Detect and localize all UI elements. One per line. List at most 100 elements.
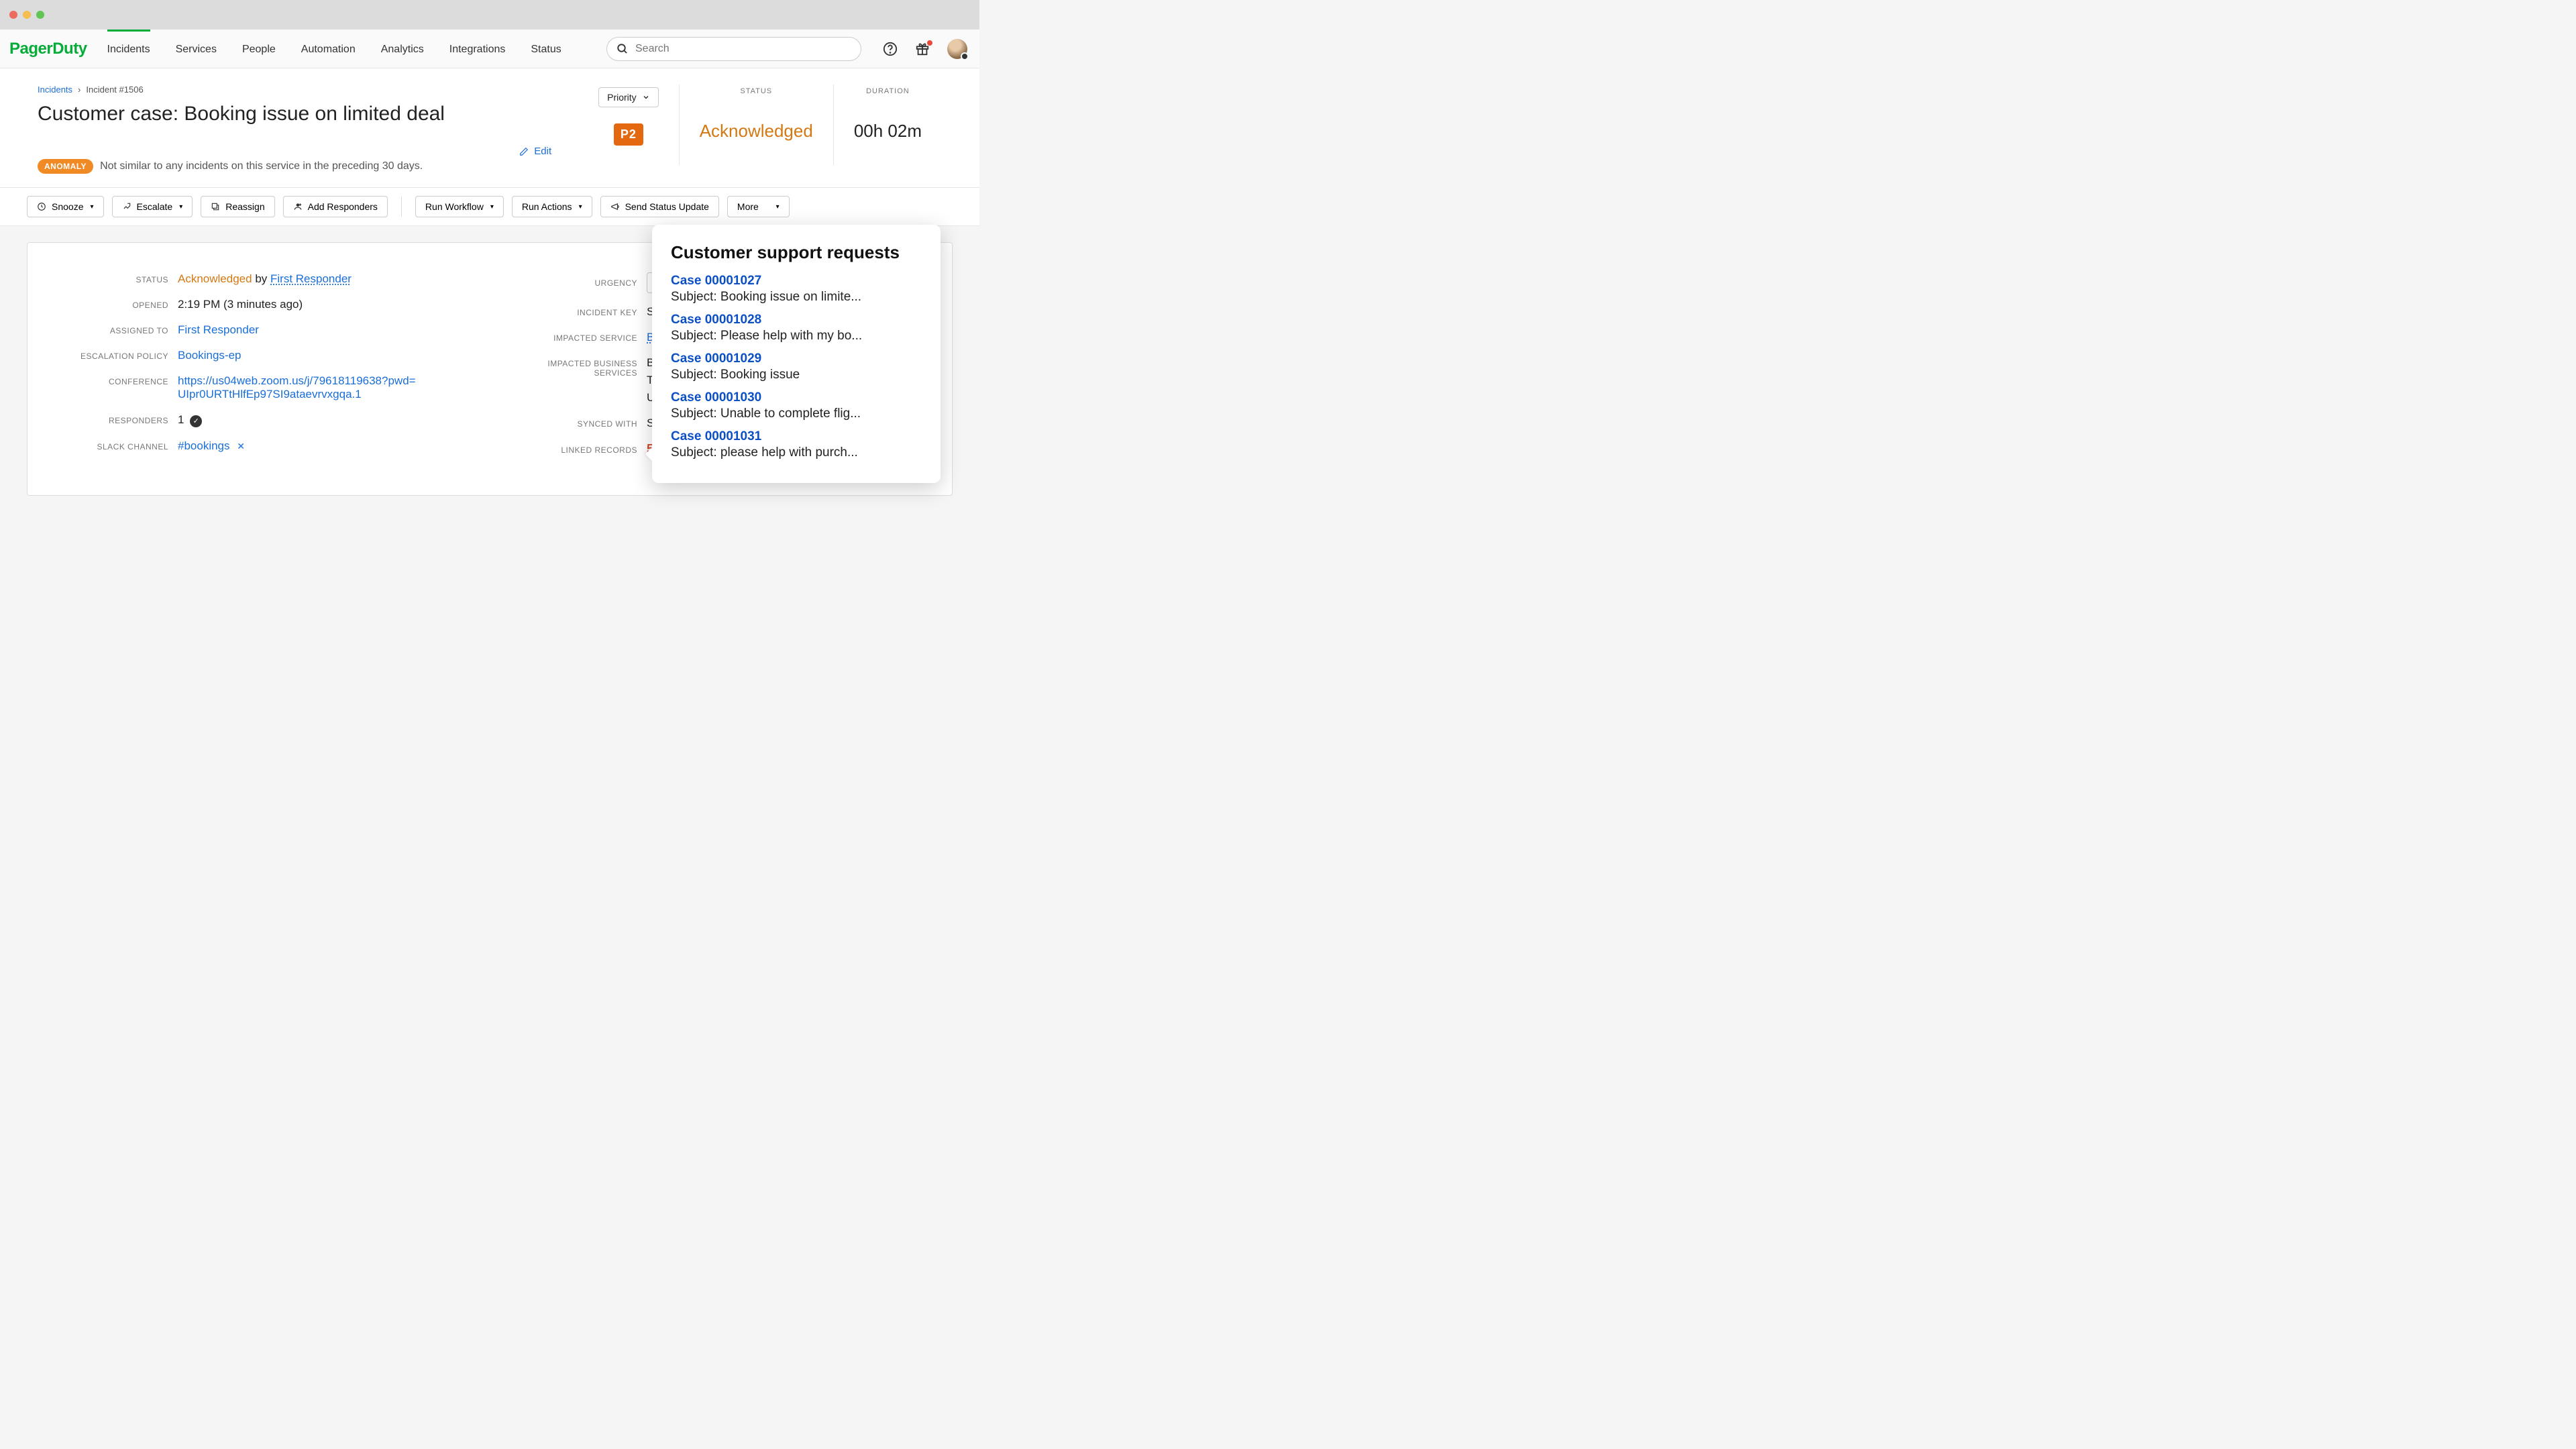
- details-col-left: STATUS Acknowledged by First Responder O…: [68, 272, 476, 468]
- case-link[interactable]: Case 00001029: [671, 352, 922, 366]
- field-label-impacted-service: IMPACTED SERVICE: [503, 333, 637, 343]
- remove-slack-button[interactable]: ✕: [237, 441, 245, 451]
- case-link[interactable]: Case 00001031: [671, 429, 922, 444]
- assigned-to-link[interactable]: First Responder: [178, 323, 259, 337]
- nav-link-automation[interactable]: Automation: [301, 30, 356, 68]
- case-subject: Subject: Unable to complete flig...: [671, 407, 922, 421]
- caret-down-icon: ▾: [179, 203, 182, 211]
- reassign-label: Reassign: [225, 201, 264, 212]
- notification-badge-icon: [927, 40, 932, 46]
- field-label-slack: SLACK CHANNEL: [68, 442, 168, 451]
- caret-down-icon: ▾: [579, 203, 582, 211]
- nav-link-analytics[interactable]: Analytics: [381, 30, 424, 68]
- help-icon: [883, 42, 898, 56]
- user-avatar[interactable]: [947, 39, 967, 59]
- nav-link-services[interactable]: Services: [176, 30, 217, 68]
- linked-records-popover: Customer support requests Case 00001027 …: [652, 225, 941, 483]
- status-by-text: by: [255, 272, 267, 285]
- case-link[interactable]: Case 00001028: [671, 313, 922, 327]
- window-chrome: [0, 0, 979, 30]
- nav-link-incidents[interactable]: Incidents: [107, 30, 150, 68]
- field-value-opened: 2:19 PM (3 minutes ago): [178, 298, 303, 311]
- send-status-button[interactable]: Send Status Update: [600, 196, 719, 217]
- nav-link-status[interactable]: Status: [531, 30, 561, 68]
- case-item: Case 00001027 Subject: Booking issue on …: [671, 274, 922, 305]
- run-workflow-button[interactable]: Run Workflow▾: [415, 196, 504, 217]
- field-label-status: STATUS: [68, 275, 168, 284]
- case-link[interactable]: Case 00001030: [671, 390, 922, 405]
- search-input-wrapper[interactable]: [606, 37, 861, 61]
- caret-down-icon: ▾: [776, 203, 780, 211]
- duration-label: DURATION: [866, 87, 910, 95]
- field-value-slack: #bookings ✕: [178, 439, 245, 453]
- priority-select[interactable]: Priority: [598, 87, 659, 107]
- help-button[interactable]: [883, 42, 898, 56]
- add-person-icon: [293, 202, 303, 211]
- conference-link[interactable]: https://us04web.zoom.us/j/79618119638?pw…: [178, 374, 419, 401]
- responders-count: 1: [178, 413, 184, 426]
- window-close-icon[interactable]: [9, 11, 17, 19]
- snooze-button[interactable]: Snooze▾: [27, 196, 104, 217]
- case-item: Case 00001028 Subject: Please help with …: [671, 313, 922, 343]
- edit-label: Edit: [534, 146, 551, 157]
- breadcrumb: Incidents › Incident #1506: [38, 85, 578, 95]
- case-item: Case 00001031 Subject: please help with …: [671, 429, 922, 460]
- case-subject: Subject: Booking issue: [671, 368, 922, 382]
- details-area: STATUS Acknowledged by First Responder O…: [0, 226, 979, 512]
- field-label-impacted-biz: IMPACTED BUSINESS SERVICES: [503, 359, 637, 378]
- escalate-label: Escalate: [137, 201, 173, 212]
- edit-button[interactable]: Edit: [519, 146, 551, 157]
- more-button[interactable]: More ▾: [727, 196, 790, 217]
- duration-value: 00h 02m: [854, 121, 922, 142]
- field-value-responders: 1 ✓: [178, 413, 202, 427]
- add-responders-button[interactable]: Add Responders: [283, 196, 388, 217]
- priority-label: Priority: [607, 92, 637, 103]
- add-responders-label: Add Responders: [308, 201, 378, 212]
- nav-link-integrations[interactable]: Integrations: [449, 30, 506, 68]
- top-nav: PagerDuty Incidents Services People Auto…: [0, 30, 979, 68]
- chevron-right-icon: ›: [78, 85, 80, 95]
- reassign-icon: [211, 202, 220, 211]
- run-actions-button[interactable]: Run Actions ▾: [512, 196, 592, 217]
- field-label-responders: RESPONDERS: [68, 416, 168, 425]
- pencil-icon: [519, 147, 529, 156]
- page-title: Customer case: Booking issue on limited …: [38, 103, 578, 125]
- field-label-conference: CONFERENCE: [68, 377, 168, 386]
- reassign-button[interactable]: Reassign: [201, 196, 274, 217]
- status-ack-text: Acknowledged: [178, 272, 252, 285]
- status-user-link[interactable]: First Responder: [270, 272, 352, 285]
- field-label-synced: SYNCED WITH: [503, 419, 637, 429]
- window-zoom-icon[interactable]: [36, 11, 44, 19]
- field-label-escalation: ESCALATION POLICY: [68, 352, 168, 361]
- check-circle-icon: ✓: [190, 415, 202, 427]
- slack-channel-link[interactable]: #bookings: [178, 439, 230, 452]
- nav-link-people[interactable]: People: [242, 30, 276, 68]
- case-item: Case 00001030 Subject: Unable to complet…: [671, 390, 922, 421]
- action-bar: Snooze▾ Escalate▾ Reassign Add Responder…: [0, 188, 979, 226]
- send-status-label: Send Status Update: [625, 201, 709, 212]
- search-icon: [616, 43, 629, 55]
- nav-icons: [883, 39, 967, 59]
- breadcrumb-root[interactable]: Incidents: [38, 85, 72, 95]
- case-link[interactable]: Case 00001027: [671, 274, 922, 288]
- escalate-button[interactable]: Escalate ▾: [112, 196, 193, 217]
- escalation-policy-link[interactable]: Bookings-ep: [178, 349, 241, 362]
- search-input[interactable]: [635, 43, 851, 55]
- case-subject: Subject: Please help with my bo...: [671, 329, 922, 343]
- status-value: Acknowledged: [700, 121, 813, 142]
- incident-header: Incidents › Incident #1506 Customer case…: [0, 68, 979, 188]
- field-label-linked: LINKED RECORDS: [503, 445, 637, 455]
- case-subject: Subject: please help with purch...: [671, 445, 922, 460]
- field-value-status: Acknowledged by First Responder: [178, 272, 352, 286]
- run-actions-label: Run Actions: [522, 201, 572, 212]
- escalate-icon: [122, 202, 131, 211]
- brand-logo[interactable]: PagerDuty: [9, 40, 87, 58]
- case-item: Case 00001029 Subject: Booking issue: [671, 352, 922, 382]
- gift-button[interactable]: [915, 42, 930, 56]
- status-label: STATUS: [740, 87, 772, 95]
- window-minimize-icon[interactable]: [23, 11, 31, 19]
- clock-icon: [37, 202, 46, 211]
- anomaly-badge: ANOMALY: [38, 159, 93, 174]
- breadcrumb-current: Incident #1506: [86, 85, 143, 95]
- snooze-label: Snooze: [52, 201, 83, 212]
